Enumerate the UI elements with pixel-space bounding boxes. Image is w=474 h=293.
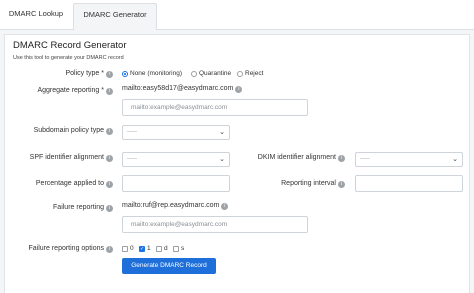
info-icon[interactable]: i bbox=[106, 71, 113, 78]
aggregate-reporting-label: Aggregate reporting * i bbox=[37, 87, 113, 95]
radio-policy-none[interactable] bbox=[122, 71, 128, 77]
checkbox-option-0-label: 0 bbox=[130, 245, 134, 252]
tab-dmarc-lookup[interactable]: DMARC Lookup bbox=[6, 3, 66, 30]
dkim-alignment-label-text: DKIM identifier alignment bbox=[257, 154, 336, 161]
failure-reporting-label-text: Failure reporting bbox=[53, 204, 104, 211]
aggregate-reporting-label-text: Aggregate reporting * bbox=[37, 87, 104, 94]
checkbox-option-0[interactable] bbox=[122, 246, 128, 252]
dkim-alignment-value: ----- bbox=[360, 156, 370, 162]
dkim-alignment-label: DKIM identifier alignment i bbox=[258, 154, 345, 162]
checkbox-option-s-label: s bbox=[181, 245, 185, 252]
info-icon[interactable]: i bbox=[106, 205, 113, 212]
checkbox-option-1-label: 1 bbox=[147, 245, 151, 252]
aggregate-reporting-input[interactable]: mailto:example@easydmarc.com bbox=[122, 99, 308, 116]
info-icon[interactable]: i bbox=[235, 86, 243, 93]
subdomain-policy-label: Subdomain policy type i bbox=[34, 127, 113, 135]
subdomain-policy-value: ----- bbox=[127, 129, 137, 135]
aggregate-reporting-value: mailto:easy58d17@easydmarc.com i bbox=[122, 85, 243, 93]
radio-policy-quarantine[interactable] bbox=[191, 71, 197, 77]
policy-type-label-text: Policy type * bbox=[65, 70, 104, 77]
info-icon[interactable]: i bbox=[338, 155, 345, 162]
info-icon[interactable]: i bbox=[106, 128, 113, 135]
info-icon[interactable]: i bbox=[338, 181, 345, 188]
checkbox-option-1[interactable]: ✓ bbox=[139, 246, 145, 252]
info-icon[interactable]: i bbox=[106, 155, 113, 162]
radio-policy-reject[interactable] bbox=[237, 71, 243, 77]
page-title: DMARC Record Generator bbox=[13, 40, 127, 51]
reporting-interval-label-text: Reporting interval bbox=[281, 180, 336, 187]
info-icon[interactable]: i bbox=[221, 203, 229, 210]
chevron-down-icon: ⌄ bbox=[219, 156, 225, 163]
failure-reporting-value: mailto:ruf@rep.easydmarc.com i bbox=[122, 202, 229, 210]
aggregate-reporting-value-text: mailto:easy58d17@easydmarc.com bbox=[122, 85, 234, 92]
checkbox-option-s[interactable] bbox=[173, 246, 179, 252]
percentage-input[interactable] bbox=[122, 175, 230, 192]
failure-reporting-value-text: mailto:ruf@rep.easydmarc.com bbox=[122, 202, 220, 209]
spf-alignment-value: ----- bbox=[127, 156, 137, 162]
radio-policy-quarantine-label: Quarantine bbox=[199, 70, 232, 77]
spf-alignment-label-text: SPF identifier alignment bbox=[29, 154, 104, 161]
radio-policy-none-label: None (monitoring) bbox=[130, 70, 183, 77]
failure-reporting-label: Failure reporting i bbox=[53, 204, 113, 212]
radio-policy-reject-label: Reject bbox=[245, 70, 264, 77]
subdomain-policy-label-text: Subdomain policy type bbox=[33, 127, 104, 134]
percentage-label-text: Percentage applied to bbox=[35, 180, 104, 187]
percentage-label: Percentage applied to i bbox=[36, 180, 113, 188]
info-icon[interactable]: i bbox=[106, 246, 113, 253]
failure-options-label-text: Failure reporting options bbox=[28, 245, 105, 252]
subdomain-policy-select[interactable]: ----- ⌄ bbox=[122, 125, 230, 140]
reporting-interval-label: Reporting interval i bbox=[281, 180, 345, 188]
policy-type-label: Policy type * i bbox=[65, 70, 113, 78]
chevron-down-icon: ⌄ bbox=[219, 129, 225, 136]
chevron-down-icon: ⌄ bbox=[452, 156, 458, 163]
checkbox-option-d[interactable] bbox=[156, 246, 162, 252]
spf-alignment-select[interactable]: ----- ⌄ bbox=[122, 152, 230, 167]
generator-panel: DMARC Record Generator Use this tool to … bbox=[4, 34, 470, 293]
spf-alignment-label: SPF identifier alignment i bbox=[30, 154, 113, 162]
failure-options-label: Failure reporting options i bbox=[28, 245, 113, 253]
info-icon[interactable]: i bbox=[106, 88, 113, 95]
reporting-interval-input[interactable] bbox=[355, 175, 463, 192]
generate-dmarc-button[interactable]: Generate DMARC Record bbox=[122, 258, 216, 274]
info-icon[interactable]: i bbox=[106, 181, 113, 188]
tab-dmarc-generator[interactable]: DMARC Generator bbox=[73, 3, 157, 30]
tab-bar: DMARC Lookup DMARC Generator bbox=[0, 0, 474, 30]
page-subtitle: Use this tool to generate your DMARC rec… bbox=[13, 55, 124, 61]
checkbox-option-d-label: d bbox=[164, 245, 168, 252]
failure-reporting-input[interactable]: mailto:example@easydmarc.com bbox=[122, 216, 308, 233]
dkim-alignment-select[interactable]: ----- ⌄ bbox=[355, 152, 463, 167]
